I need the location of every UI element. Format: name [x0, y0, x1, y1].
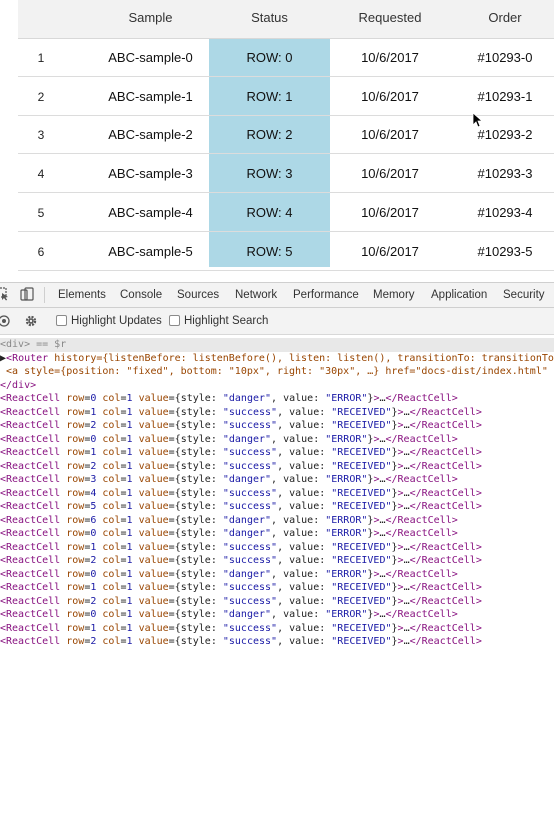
cell-sample: ABC-sample-0 — [108, 50, 193, 65]
cell-requested: 10/6/2017 — [361, 127, 419, 143]
react-cell-node[interactable]: <ReactCell row=4 col=1 value={style: "su… — [0, 487, 554, 501]
tab-separator — [44, 287, 45, 303]
mouse-cursor-icon — [472, 112, 482, 128]
cell-sample: ABC-sample-2 — [108, 127, 193, 143]
cell-index: 4 — [37, 167, 45, 182]
tab-application[interactable]: Application — [431, 283, 487, 307]
cell-requested: 10/6/2017 — [361, 88, 419, 104]
react-cell-node[interactable]: <ReactCell row=2 col=1 value={style: "su… — [0, 635, 554, 649]
react-cell-node[interactable]: <ReactCell row=0 col=1 value={style: "da… — [0, 568, 554, 582]
cell-sample: ABC-sample-5 — [108, 243, 193, 259]
cell-index: 1 — [37, 51, 45, 65]
cell-order: #10293-5 — [477, 243, 533, 259]
header-sample[interactable]: Sample — [88, 0, 213, 38]
tab-performance[interactable]: Performance — [293, 283, 359, 307]
anchor-node[interactable]: <a style={position: "fixed", bottom: "10… — [0, 365, 554, 379]
react-cell-node[interactable]: <ReactCell row=0 col=1 value={style: "da… — [0, 392, 554, 406]
tab-security[interactable]: Security — [503, 283, 545, 307]
cell-sample: ABC-sample-1 — [108, 88, 193, 104]
cell-status: ROW: 2 — [246, 127, 293, 143]
tab-network[interactable]: Network — [235, 283, 277, 307]
table-row[interactable]: 5 ABC-sample-4 ROW: 4 10/6/2017 #10293-4 — [18, 194, 554, 232]
cell-status: ROW: 4 — [246, 204, 293, 220]
inspect-element-icon[interactable] — [0, 287, 10, 301]
cell-order: #10293-1 — [477, 88, 533, 104]
cell-index: 5 — [37, 205, 45, 220]
react-cell-node[interactable]: <ReactCell row=1 col=1 value={style: "su… — [0, 622, 554, 636]
target-icon[interactable] — [0, 314, 11, 328]
react-cell-node[interactable]: <ReactCell row=2 col=1 value={style: "su… — [0, 554, 554, 568]
device-toolbar-icon[interactable] — [20, 287, 34, 301]
cell-requested: 10/6/2017 — [361, 50, 419, 65]
react-devtools-toolbar: Highlight Updates Highlight Search — [0, 308, 554, 335]
react-cell-node[interactable]: <ReactCell row=1 col=1 value={style: "su… — [0, 581, 554, 595]
cell-sample: ABC-sample-3 — [108, 166, 193, 182]
react-cell-node[interactable]: <ReactCell row=6 col=1 value={style: "da… — [0, 514, 554, 528]
tab-elements[interactable]: Elements — [58, 283, 106, 307]
header-requested[interactable]: Requested — [330, 0, 450, 38]
table-row[interactable]: 6 ABC-sample-5 ROW: 5 10/6/2017 #10293-5 — [18, 233, 554, 271]
cell-status: ROW: 0 — [246, 50, 293, 65]
div-close-tag: </div> — [0, 379, 37, 391]
header-status[interactable]: Status — [209, 0, 330, 38]
cell-order: #10293-0 — [477, 50, 533, 65]
tab-memory[interactable]: Memory — [373, 283, 415, 307]
cell-index: 6 — [37, 244, 45, 259]
devtools-panel: Elements Console Sources Network Perform… — [0, 282, 554, 832]
react-cell-node[interactable]: <ReactCell row=2 col=1 value={style: "su… — [0, 595, 554, 609]
react-cell-node[interactable]: <ReactCell row=5 col=1 value={style: "su… — [0, 500, 554, 514]
table-header: Sample Status Requested Order — [18, 0, 554, 39]
react-cell-node[interactable]: <ReactCell row=2 col=1 value={style: "su… — [0, 460, 554, 474]
highlight-search-label: Highlight Search — [184, 315, 269, 327]
react-cell-node[interactable]: <ReactCell row=3 col=1 value={style: "da… — [0, 473, 554, 487]
settings-gear-icon[interactable] — [24, 314, 38, 328]
table-row[interactable]: 4 ABC-sample-3 ROW: 3 10/6/2017 #10293-3 — [18, 155, 554, 194]
cell-order: #10293-4 — [477, 204, 533, 220]
cell-status: ROW: 3 — [246, 166, 293, 182]
react-cell-node[interactable]: <ReactCell row=2 col=1 value={style: "su… — [0, 419, 554, 433]
sample-table: Sample Status Requested Order 1 ABC-sampl… — [0, 0, 554, 282]
tab-console[interactable]: Console — [120, 283, 162, 307]
cell-order: #10293-3 — [477, 166, 533, 182]
router-node[interactable]: ▶<Router history={listenBefore: listenBe… — [0, 352, 554, 366]
cell-status: ROW: 1 — [246, 88, 293, 104]
cell-requested: 10/6/2017 — [361, 166, 419, 182]
tab-sources[interactable]: Sources — [177, 283, 219, 307]
cell-requested: 10/6/2017 — [361, 243, 419, 259]
cell-requested: 10/6/2017 — [361, 204, 419, 220]
react-cell-node[interactable]: <ReactCell row=1 col=1 value={style: "su… — [0, 406, 554, 420]
highlight-updates-checkbox[interactable] — [56, 315, 67, 326]
react-cell-node[interactable]: <ReactCell row=0 col=1 value={style: "da… — [0, 527, 554, 541]
react-cell-node[interactable]: <ReactCell row=0 col=1 value={style: "da… — [0, 608, 554, 622]
table-row[interactable]: 1 ABC-sample-0 ROW: 0 10/6/2017 #10293-0 — [18, 39, 554, 77]
cell-status: ROW: 5 — [246, 243, 293, 259]
cell-index: 2 — [37, 89, 45, 104]
highlight-updates-label: Highlight Updates — [71, 315, 162, 327]
react-cell-node[interactable]: <ReactCell row=0 col=1 value={style: "da… — [0, 433, 554, 447]
component-tree: <div> == $r ▶<Router history={listenBefo… — [0, 335, 554, 832]
cell-index: 3 — [37, 128, 45, 143]
header-order[interactable]: Order — [450, 0, 554, 38]
react-cell-node[interactable]: <ReactCell row=1 col=1 value={style: "su… — [0, 446, 554, 460]
highlight-search-checkbox[interactable] — [169, 315, 180, 326]
table-row[interactable]: 2 ABC-sample-1 ROW: 1 10/6/2017 #10293-1 — [18, 78, 554, 116]
cell-sample: ABC-sample-4 — [108, 204, 193, 220]
selected-node[interactable]: <div> == $r — [0, 338, 554, 352]
react-cell-node[interactable]: <ReactCell row=1 col=1 value={style: "su… — [0, 541, 554, 555]
cell-order: #10293-2 — [477, 127, 533, 143]
devtools-tab-bar: Elements Console Sources Network Perform… — [0, 283, 554, 308]
